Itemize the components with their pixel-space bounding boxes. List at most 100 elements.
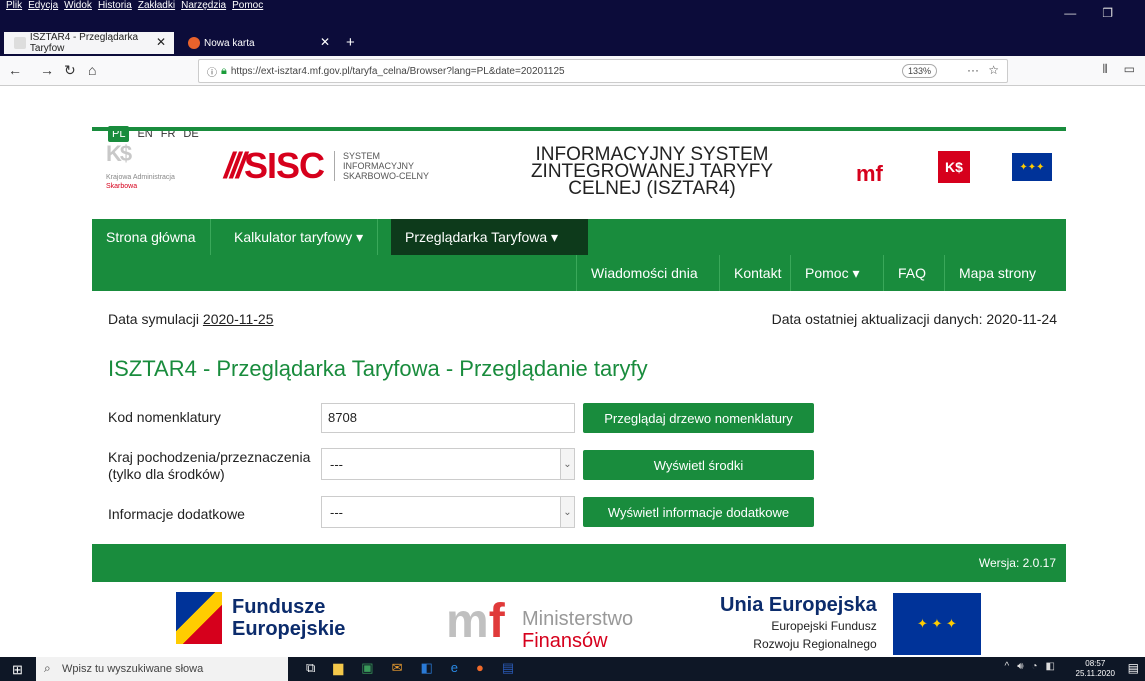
network-icon[interactable]: ◔	[1032, 661, 1038, 672]
taskbar-clock[interactable]: 08:57 25.11.2020	[1076, 659, 1115, 679]
sisc-word: SISC	[244, 145, 325, 186]
chevron-down-icon[interactable]: ⌄	[560, 449, 574, 479]
sisc-sub-line3: SKARBOWO-CELNY	[343, 171, 430, 181]
file-explorer-icon[interactable]: ▆	[333, 660, 343, 676]
browser-tabstrip: ISZTAR4 - Przeglądarka Taryfow ✕ Nowa ka…	[0, 30, 1145, 56]
edge-icon[interactable]: e	[451, 660, 458, 676]
simulation-date: Data symulacji 2020-11-25	[108, 311, 274, 327]
nomenclature-input[interactable]: 8708	[321, 403, 575, 433]
country-select[interactable]: --- ⌄	[321, 448, 575, 480]
new-tab-icon[interactable]: +	[346, 34, 355, 51]
menu-pomoc[interactable]: Pomoc	[232, 0, 263, 11]
taskbar-search[interactable]: ⌕ Wpisz tu wyszukiwane słowa	[36, 657, 288, 681]
nav-calculator[interactable]: Kalkulator taryfowy ▾	[220, 219, 379, 255]
menu-historia[interactable]: Historia	[98, 0, 132, 11]
sisc-sub-line1: SYSTEM	[343, 151, 381, 161]
task-view-icon[interactable]: ⧉	[306, 660, 315, 676]
bookmark-star-icon[interactable]: ☆	[988, 63, 999, 77]
nav-sitemap[interactable]: Mapa strony	[944, 255, 1050, 291]
system-tray: ^ 🔊︎ ◔ ◧	[1004, 661, 1055, 672]
tab-new[interactable]: Nowa karta ✕	[178, 32, 338, 54]
additional-info-select[interactable]: --- ⌄	[321, 496, 575, 528]
nav-contact[interactable]: Kontakt	[719, 255, 795, 291]
nav-help[interactable]: Pomoc ▾	[790, 255, 874, 291]
mf-line2: Finansów	[522, 630, 608, 652]
address-bar[interactable]: ⓘ 🔒︎ https://ext-isztar4.mf.gov.pl/taryf…	[198, 59, 1008, 83]
tab-close-icon[interactable]: ✕	[320, 35, 330, 49]
mf-mark-icon: mf	[446, 595, 505, 648]
tray-chevron-icon[interactable]: ^	[1004, 661, 1009, 672]
show-measures-button[interactable]: Wyświetl środki	[583, 450, 814, 480]
kas-favicon-icon	[14, 37, 26, 49]
windows-taskbar: ⊞ ⌕ Wpisz tu wyszukiwane słowa ⧉ ▆ ▣ ✉ ◧…	[0, 657, 1145, 681]
page-actions-icon[interactable]: ···	[967, 63, 979, 77]
show-additional-button[interactable]: Wyświetl informacje dodatkowe	[583, 497, 814, 527]
mail-icon[interactable]: ✉	[392, 660, 403, 676]
library-icon[interactable]: ⫴	[1103, 62, 1108, 77]
notifications-icon[interactable]: ▤	[1128, 661, 1139, 675]
mf-footer-logo: mf Ministerstwo Finansów	[446, 592, 633, 652]
info-icon[interactable]: ⓘ	[207, 64, 217, 79]
outlook-icon[interactable]: ◧	[421, 660, 433, 676]
country-label-line2: (tylko dla środków)	[108, 466, 225, 482]
sim-date-link[interactable]: 2020-11-25	[203, 311, 274, 327]
home-icon[interactable]: ⌂	[88, 62, 96, 78]
chevron-down-icon[interactable]: ⌄	[560, 497, 574, 527]
nav-faq[interactable]: FAQ	[883, 255, 940, 291]
firefox-icon[interactable]: ●	[476, 660, 484, 676]
search-icon: ⌕	[44, 661, 51, 675]
funds-line1: Fundusze	[232, 596, 326, 618]
system-title: INFORMACYJNY SYSTEM ZINTEGROWANEJ TARYFY…	[502, 145, 802, 199]
menu-plik[interactable]: Plik	[6, 0, 22, 11]
tab-close-icon[interactable]: ✕	[156, 35, 166, 49]
site-header: K$ Krajowa Administracja Skarbowa /// SI…	[92, 131, 1066, 219]
nav-daily-news[interactable]: Wiadomości dnia	[576, 255, 712, 291]
browse-tree-button[interactable]: Przeglądaj drzewo nomenklatury	[583, 403, 814, 433]
kas-logo[interactable]: K$ Krajowa Administracja Skarbowa	[106, 143, 175, 191]
menu-zakladki[interactable]: Zakładki	[138, 0, 175, 11]
ue-title: Unia Europejska	[720, 594, 877, 616]
firefox-favicon-icon	[188, 37, 200, 49]
reload-icon[interactable]: ↻	[64, 62, 76, 79]
word-icon[interactable]: ▤	[502, 660, 514, 676]
volume-icon[interactable]: 🔊︎	[1017, 661, 1023, 672]
menu-widok[interactable]: Widok	[64, 0, 92, 11]
kas-red-logo-icon[interactable]: K$	[938, 151, 970, 183]
sisc-sub-line2: INFORMACYJNY	[343, 161, 415, 171]
browser-menubar: Plik Edycja Widok Historia Zakładki Narz…	[0, 0, 1145, 30]
system-title-line3: CELNEJ (ISZTAR4)	[568, 178, 736, 199]
windows-start-icon[interactable]: ⊞	[12, 662, 23, 678]
additional-info-label: Informacje dodatkowe	[108, 506, 245, 522]
sisc-stripes-icon: ///	[224, 145, 246, 186]
excel-icon[interactable]: ▣	[361, 660, 373, 676]
ue-sub-line2: Rozwoju Regionalnego	[753, 637, 877, 651]
sisc-subtitle: SYSTEM INFORMACYJNY SKARBOWO-CELNY	[334, 151, 429, 181]
additional-select-value: ---	[330, 505, 343, 520]
menu-narzedzia[interactable]: Narzędzia	[181, 0, 226, 11]
country-select-value: ---	[330, 457, 343, 472]
nav-home[interactable]: Strona główna	[92, 219, 211, 255]
lock-icon: 🔒︎	[221, 64, 227, 77]
mf-text: Ministerstwo Finansów	[522, 608, 633, 652]
zoom-badge[interactable]: 133%	[901, 64, 937, 78]
nav-browser[interactable]: Przeglądarka Taryfowa ▾	[391, 219, 588, 255]
browser-navbar: ← → ↻ ⌂ ⓘ 🔒︎ https://ext-isztar4.mf.gov.…	[0, 56, 1145, 86]
ue-text-block: Unia Europejska Europejski Fundusz Rozwo…	[720, 594, 877, 653]
browser-menu: Plik Edycja Widok Historia Zakładki Narz…	[6, 0, 263, 11]
forward-icon[interactable]: →	[40, 62, 54, 78]
minimize-icon[interactable]: —	[1064, 6, 1076, 20]
eu-funds-logo: Fundusze Europejskie	[176, 592, 345, 644]
restore-icon[interactable]: ❐	[1102, 6, 1113, 20]
sim-date-label: Data symulacji	[108, 311, 200, 327]
back-icon[interactable]: ←	[8, 62, 22, 78]
sisc-logo[interactable]: /// SISC SYSTEM INFORMACYJNY SKARBOWO-CE…	[224, 145, 429, 187]
eu-flag-icon[interactable]: ✦✦✦	[1012, 153, 1052, 181]
menu-edycja[interactable]: Edycja	[28, 0, 58, 11]
outlook-tray-icon[interactable]: ◧	[1046, 661, 1055, 672]
funds-text: Fundusze Europejskie	[232, 596, 345, 640]
tab-isztar[interactable]: ISZTAR4 - Przeglądarka Taryfow ✕	[4, 32, 174, 54]
clock-date: 25.11.2020	[1075, 669, 1115, 678]
mf-logo-icon[interactable]: mf	[856, 161, 883, 187]
nomenclature-label: Kod nomenklatury	[108, 409, 221, 425]
sidebar-icon[interactable]: ▭	[1124, 62, 1135, 77]
